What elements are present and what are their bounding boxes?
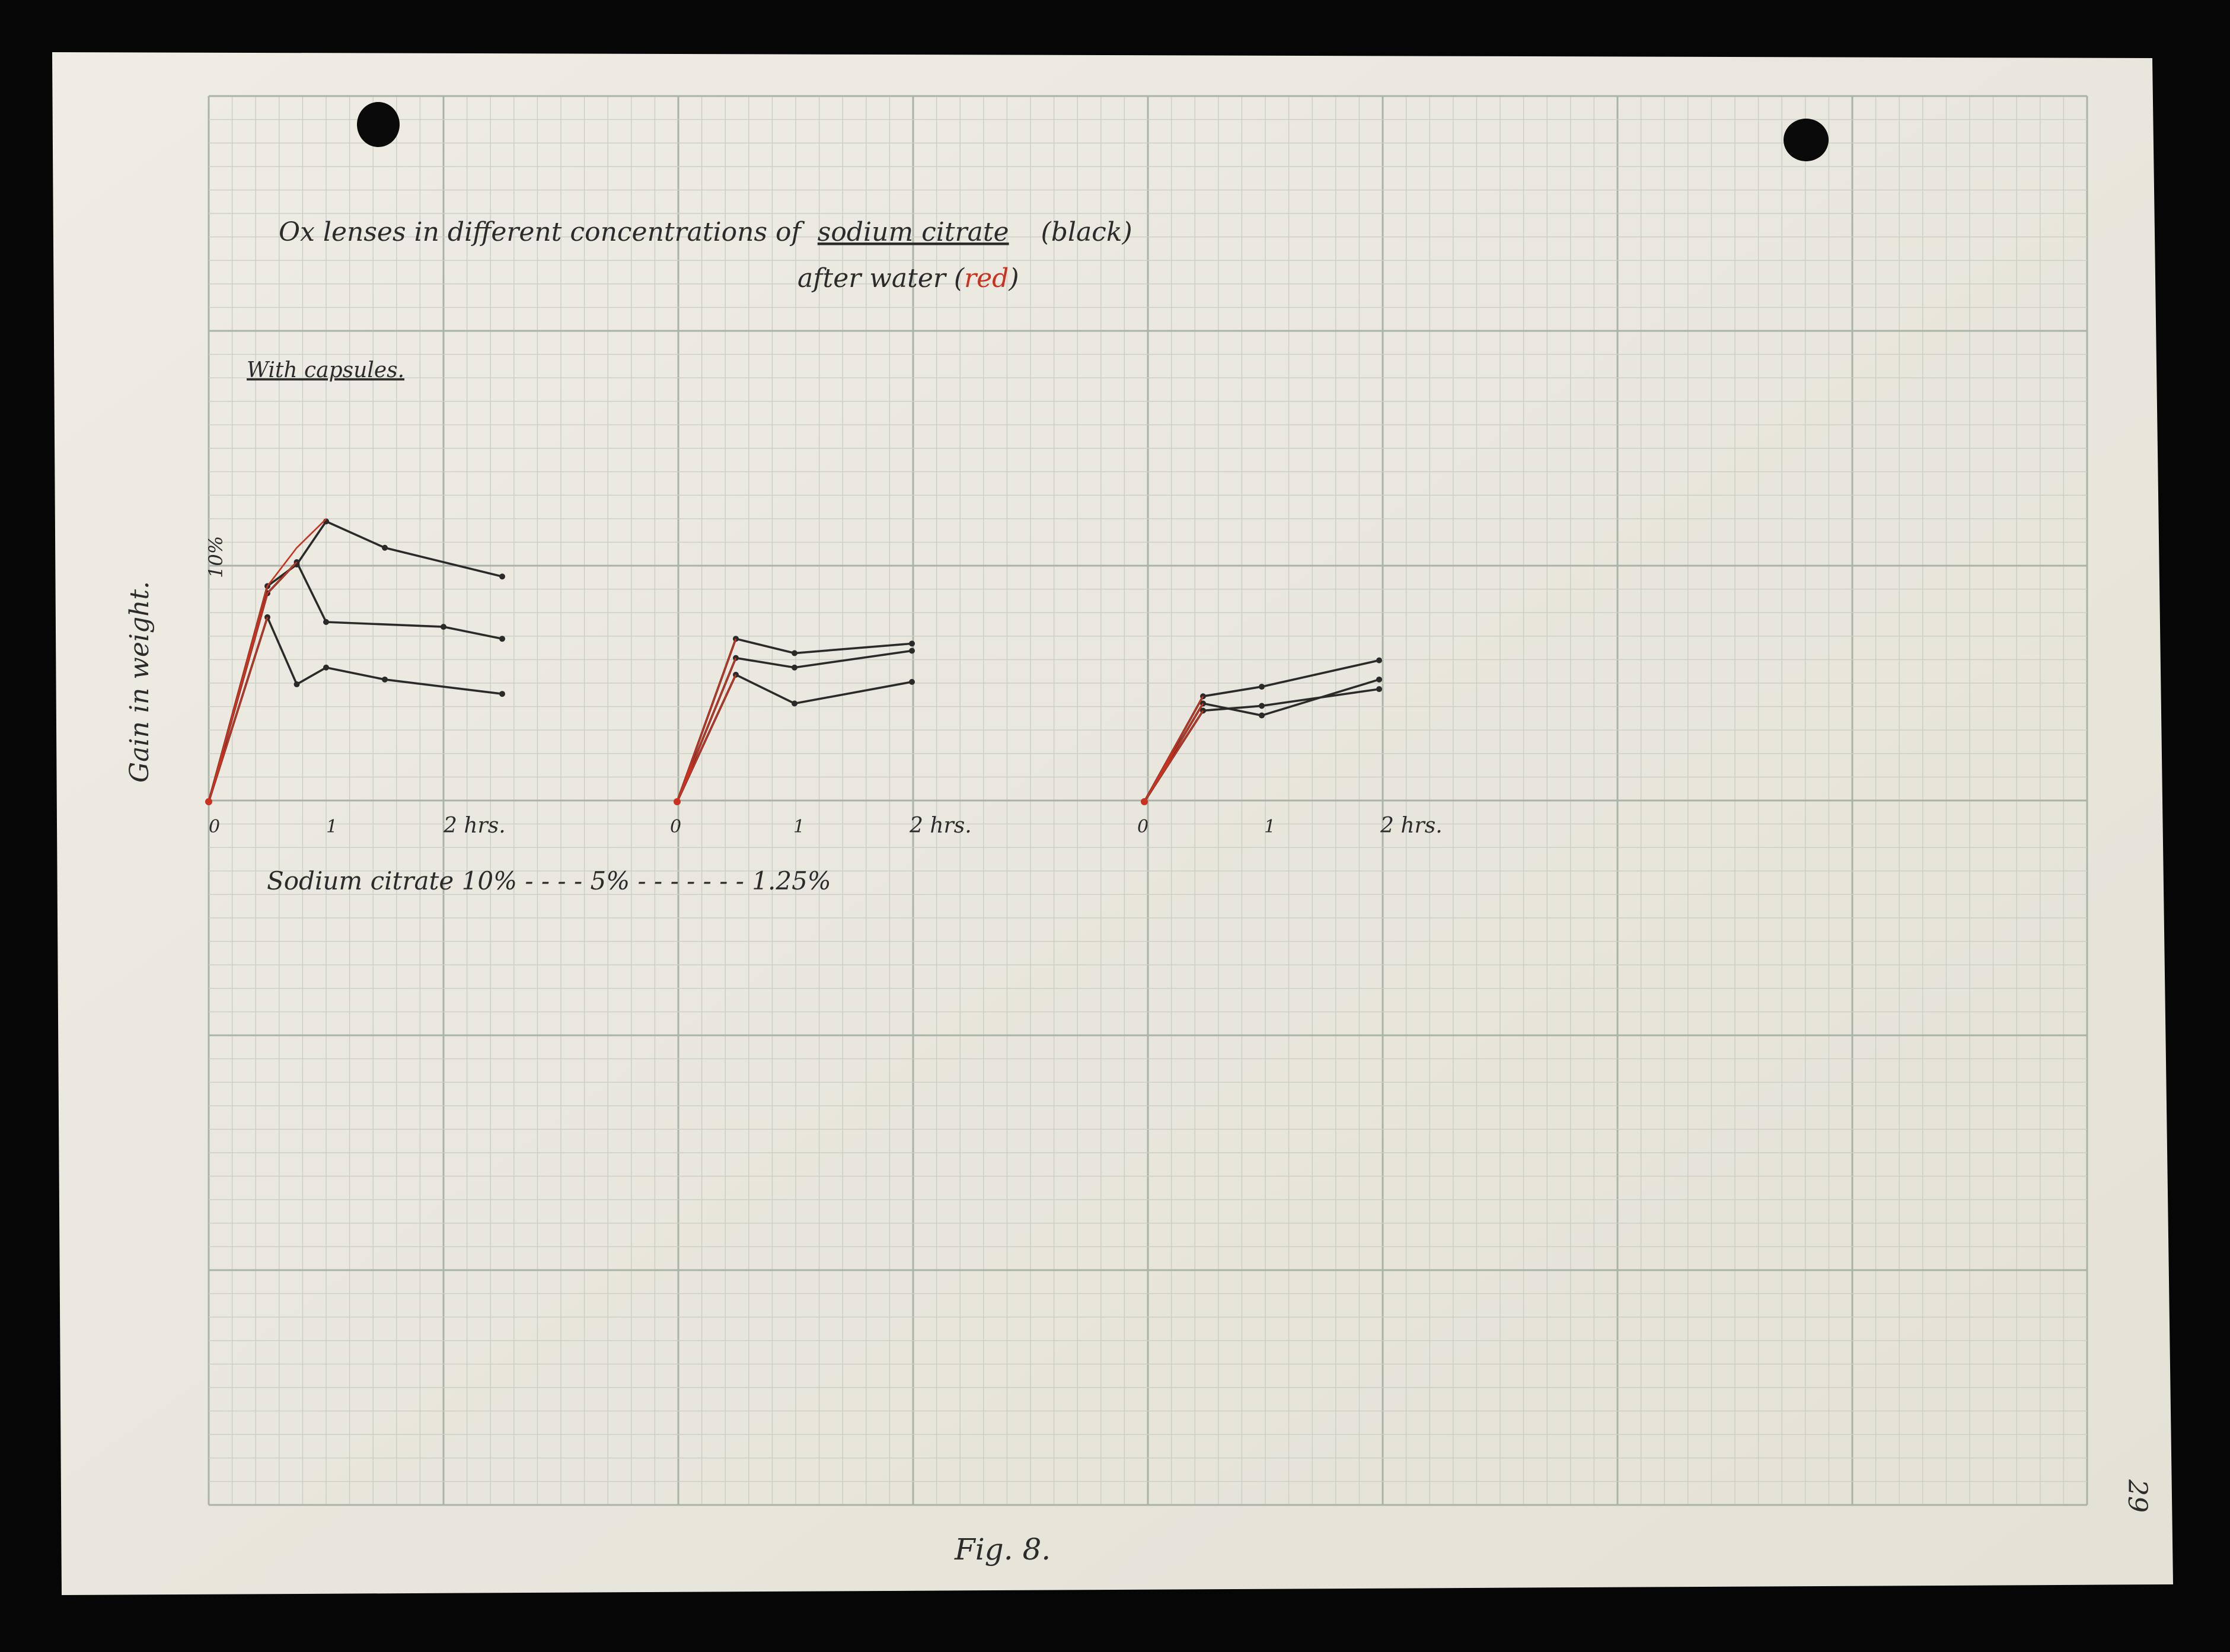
title-line-2: after water (red) [797,263,1019,294]
x-tick-label: 2 hrs. [1380,814,1443,838]
y-tick-10-percent: 10% [205,536,227,578]
data-point [909,640,915,647]
punch-hole-left [357,102,400,147]
x-tick-label: 2 hrs. [909,814,972,838]
x-tick-label: 0 [1137,817,1149,837]
figure-label: Fig. 8. [954,1532,1051,1567]
title-underlined-text: sodium citrate [818,217,1009,247]
concentration-caption: Sodium citrate 10% - - - - 5% - - - - - … [267,866,831,895]
data-point [1259,703,1265,709]
data-point [499,573,505,580]
data-point [909,648,915,654]
data-point [792,650,797,656]
page-number: 29 [2122,1479,2152,1513]
data-point [499,691,505,697]
data-point [382,676,388,683]
subtitle: With capsules. [247,358,404,382]
data-point [792,700,797,707]
data-point [382,544,388,551]
x-tick-label: 2 hrs. [443,814,506,838]
graph-grid [208,95,2088,1506]
data-point [1376,657,1382,664]
title-line-1: Ox lenses in different concentrations of… [279,217,1132,247]
data-point [323,664,329,671]
data-point [293,681,300,688]
data-point [1259,684,1265,690]
data-point [499,636,505,642]
data-point [1376,676,1382,683]
x-tick-label: 0 [670,817,681,837]
punch-hole-right [1784,119,1829,161]
origin-point [1141,798,1148,805]
data-point [1376,686,1382,693]
x-tick-label: 1 [1264,817,1275,837]
x-tick-label: 1 [793,817,805,837]
graph-paper-document: Ox lenses in different concentrations of… [52,52,2173,1595]
origin-point [205,798,212,805]
data-point [909,679,915,685]
x-tick-label: 1 [326,817,337,837]
data-point [323,619,329,625]
origin-point [674,798,681,805]
x-tick-label: 0 [209,817,220,837]
y-axis-label: Gain in weight. [125,581,155,783]
data-point [1259,712,1265,719]
data-point [792,664,797,671]
red-word: red [964,263,1009,294]
data-point [441,624,446,630]
